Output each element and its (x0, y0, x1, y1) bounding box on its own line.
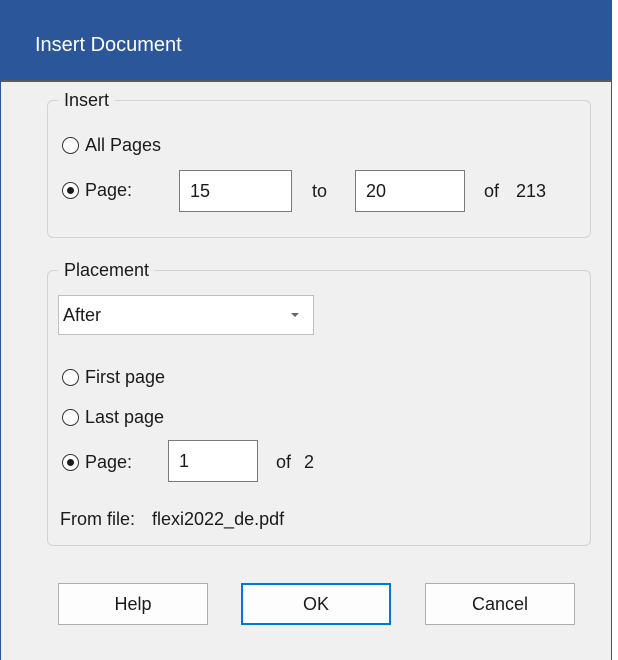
ok-button[interactable]: OK (241, 583, 391, 625)
placement-position-dropdown[interactable]: After (58, 295, 314, 335)
chevron-down-icon (291, 313, 299, 317)
cancel-button[interactable]: Cancel (425, 583, 575, 625)
placement-page-radio-indicator[interactable] (62, 453, 79, 471)
placement-group-legend: Placement (58, 256, 156, 284)
page-range-label: Page: (85, 179, 133, 200)
page-from-input[interactable]: 15 (179, 170, 292, 212)
title-bar: Insert Document (1, 0, 611, 82)
first-page-label: First page (85, 366, 166, 387)
placement-of-label: of (276, 452, 292, 472)
to-label: to (312, 181, 328, 201)
all-pages-label: All Pages (85, 134, 162, 155)
all-pages-radio-indicator[interactable] (62, 136, 79, 154)
last-page-radio[interactable]: Last page (62, 402, 164, 432)
placement-page-input[interactable]: 1 (168, 440, 258, 482)
insert-group: Insert All Pages Page: 15 to 20 of 213 (47, 86, 591, 238)
first-page-radio-indicator[interactable] (62, 368, 79, 386)
page-to-input[interactable]: 20 (355, 170, 465, 212)
placement-group: Placement After First page Last page Pag… (47, 256, 591, 546)
placement-page-label: Page: (85, 451, 133, 472)
first-page-radio[interactable]: First page (62, 362, 165, 392)
placement-page-radio[interactable]: Page: (62, 447, 132, 477)
placement-position-value: After (63, 305, 102, 325)
from-file-name: flexi2022_de.pdf (152, 509, 285, 529)
last-page-radio-indicator[interactable] (62, 408, 79, 426)
insert-total-pages: 213 (516, 181, 547, 201)
all-pages-radio[interactable]: All Pages (62, 130, 161, 160)
dialog-title: Insert Document (35, 34, 182, 56)
placement-total-pages: 2 (304, 452, 315, 472)
from-file-label: From file: (60, 509, 136, 529)
help-button[interactable]: Help (58, 583, 208, 625)
last-page-label: Last page (85, 406, 165, 427)
of-total-label: of (484, 181, 500, 201)
page-range-radio[interactable]: Page: (62, 175, 132, 205)
page-range-radio-indicator[interactable] (62, 181, 79, 199)
insert-document-dialog: Insert Document Insert All Pages Page: 1… (0, 0, 612, 660)
insert-group-legend: Insert (58, 86, 116, 114)
